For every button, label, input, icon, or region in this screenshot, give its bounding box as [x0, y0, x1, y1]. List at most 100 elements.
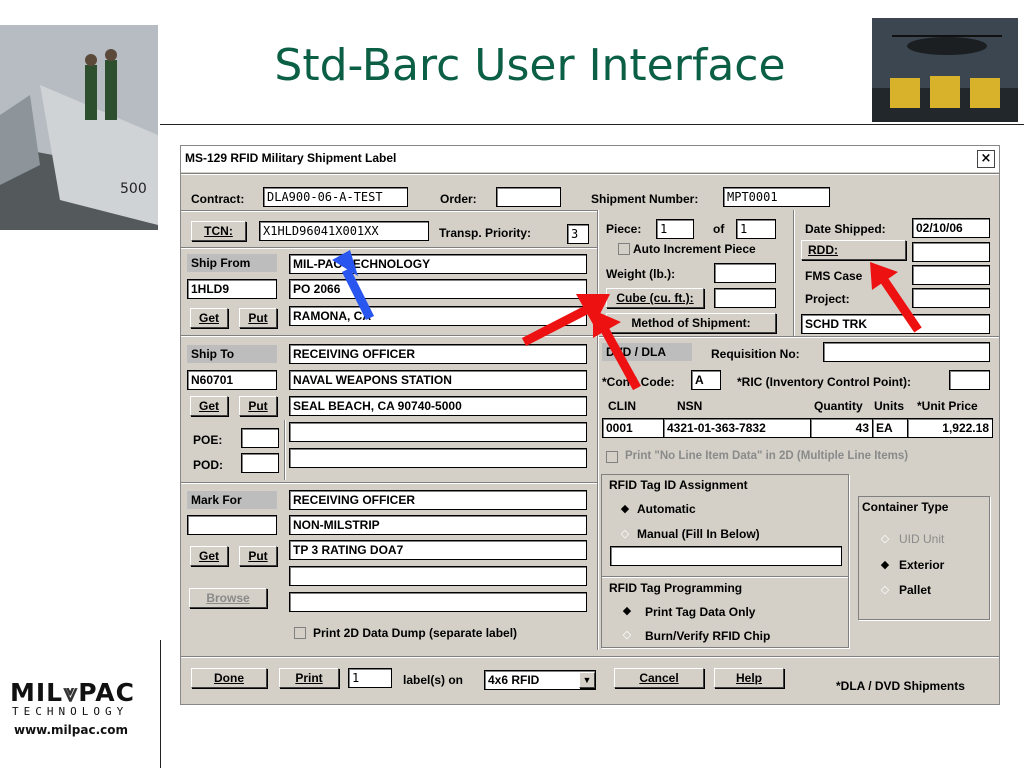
logo-subtext: TECHNOLOGY: [12, 705, 129, 718]
mark-for-put-button[interactable]: Put: [239, 546, 277, 566]
of-field[interactable]: 1: [736, 219, 776, 239]
cube-field[interactable]: [714, 288, 776, 308]
piece-field[interactable]: 1: [656, 219, 694, 239]
logo-text-pac: PAC: [78, 678, 135, 707]
transp-priority-field[interactable]: 3: [567, 224, 589, 244]
label-count-field[interactable]: 1: [348, 668, 392, 688]
poe-label: POE:: [193, 433, 223, 447]
project-label: Project:: [805, 292, 850, 306]
poe-divider: [284, 420, 286, 480]
manual-label: Manual (Fill In Below): [637, 527, 760, 541]
table-cell-unit-price[interactable]: 1,922.18: [907, 418, 993, 438]
weight-field[interactable]: [714, 263, 776, 283]
manual-radio-icon[interactable]: ◇: [620, 528, 630, 539]
dropdown-chevron-icon[interactable]: ▼: [579, 672, 595, 688]
pod-address-field[interactable]: [289, 448, 587, 468]
shipment-number-field[interactable]: MPT0001: [723, 187, 830, 207]
table-cell-nsn[interactable]: 4321-01-363-7832: [663, 418, 811, 438]
logo-url: www.milpac.com: [14, 723, 128, 737]
transp-priority-label: Transp. Priority:: [439, 226, 532, 240]
cancel-button[interactable]: Cancel: [614, 668, 704, 688]
ship-to-code-field[interactable]: N60701: [187, 370, 277, 390]
mark-for-line-3[interactable]: TP 3 RATING DOA7: [289, 540, 587, 560]
help-button[interactable]: Help: [714, 668, 784, 688]
table-header-quantity: Quantity: [814, 399, 863, 413]
mark-for-line-2[interactable]: NON-MILSTRIP: [289, 515, 587, 535]
automatic-radio-icon[interactable]: ◆: [620, 503, 630, 514]
manual-tag-field[interactable]: [610, 546, 842, 566]
print-no-line-label: Print "No Line Item Data" in 2D (Multipl…: [625, 450, 909, 462]
requisition-field[interactable]: [823, 342, 990, 362]
red-arrow-method-icon: [593, 310, 641, 391]
ship-from-code-field[interactable]: 1HLD9: [187, 279, 277, 299]
of-label: of: [713, 222, 725, 236]
ship-to-line-4[interactable]: [289, 422, 587, 442]
rfid-programming-header: RFID Tag Programming: [609, 581, 743, 595]
requisition-label: Requisition No:: [711, 347, 800, 361]
ship-to-get-button[interactable]: Get: [190, 396, 228, 416]
row-divider: [181, 247, 599, 249]
contract-label: Contract:: [191, 192, 245, 206]
titlebar-divider: [181, 173, 999, 175]
logo-text-mil: MIL: [10, 678, 64, 707]
mark-for-line-1[interactable]: RECEIVING OFFICER: [289, 490, 587, 510]
aircraft-photo-art: 500: [0, 25, 158, 230]
shipment-number-label: Shipment Number:: [591, 192, 699, 206]
pallet-radio-icon[interactable]: ◇: [880, 584, 890, 595]
footer-divider: [181, 656, 999, 658]
burn-verify-radio-icon[interactable]: ◇: [622, 629, 632, 640]
rfid-assignment-header: RFID Tag ID Assignment: [609, 478, 748, 492]
row-divider: [599, 336, 999, 338]
forklift-photo-art: [872, 18, 1018, 122]
print-no-line-checkbox[interactable]: [606, 451, 618, 463]
pallet-label: Pallet: [899, 583, 932, 597]
tcn-field[interactable]: X1HLD96041X001XX: [259, 221, 429, 241]
ric-field[interactable]: [949, 370, 990, 390]
contract-field[interactable]: DLA900-06-A-TEST: [263, 187, 408, 207]
table-header-nsn: NSN: [677, 399, 703, 413]
burn-verify-label: Burn/Verify RFID Chip: [645, 629, 771, 643]
ship-to-put-button[interactable]: Put: [239, 396, 277, 416]
date-shipped-field[interactable]: 02/10/06: [912, 218, 990, 238]
mark-for-line-4[interactable]: [289, 566, 587, 586]
close-button[interactable]: ×: [977, 150, 995, 168]
order-field[interactable]: [496, 187, 561, 207]
piece-date-divider: [793, 210, 795, 338]
exterior-label: Exterior: [899, 558, 945, 572]
ship-to-line-2[interactable]: NAVAL WEAPONS STATION: [289, 370, 587, 390]
print-tag-radio-icon[interactable]: ◆: [622, 605, 632, 616]
title-divider: [160, 124, 1024, 125]
rdd-button[interactable]: RDD:: [801, 240, 906, 260]
mark-for-line-5[interactable]: [289, 592, 587, 612]
poe-field[interactable]: [241, 428, 279, 448]
ship-from-get-button[interactable]: Get: [190, 308, 228, 328]
ship-to-line-3[interactable]: SEAL BEACH, CA 90740-5000: [289, 396, 587, 416]
cond-code-field[interactable]: A: [691, 370, 721, 390]
exterior-radio-icon[interactable]: ◆: [880, 559, 890, 570]
done-button[interactable]: Done: [191, 668, 267, 688]
dialog-title: MS-129 RFID Military Shipment Label: [185, 151, 397, 165]
column-divider: [597, 210, 599, 650]
pod-label: POD:: [193, 458, 223, 472]
uid-unit-radio-icon[interactable]: ◇: [880, 533, 890, 544]
pod-field[interactable]: [241, 453, 279, 473]
table-cell-clin[interactable]: 0001: [602, 418, 664, 438]
print-button[interactable]: Print: [279, 668, 339, 688]
print-tag-label: Print Tag Data Only: [645, 605, 756, 619]
mark-for-get-button[interactable]: Get: [190, 546, 228, 566]
rdd-field[interactable]: [912, 242, 990, 262]
table-cell-units[interactable]: EA: [872, 418, 908, 438]
auto-increment-checkbox[interactable]: [618, 243, 630, 255]
auto-increment-label: Auto Increment Piece: [633, 242, 756, 256]
shipment-label-dialog: MS-129 RFID Military Shipment Label × Co…: [180, 145, 1000, 705]
mark-for-code-field[interactable]: [187, 515, 277, 535]
browse-button[interactable]: Browse: [189, 588, 267, 608]
ship-from-put-button[interactable]: Put: [239, 308, 277, 328]
table-cell-quantity[interactable]: 43: [810, 418, 873, 438]
tcn-button[interactable]: TCN:: [191, 221, 246, 241]
automatic-label: Automatic: [637, 502, 696, 516]
forklift-helicopter-photo: [872, 18, 1018, 122]
left-divider: [160, 640, 161, 768]
print-2d-checkbox[interactable]: [294, 627, 306, 639]
cube-button[interactable]: Cube (cu. ft.):: [606, 288, 704, 308]
